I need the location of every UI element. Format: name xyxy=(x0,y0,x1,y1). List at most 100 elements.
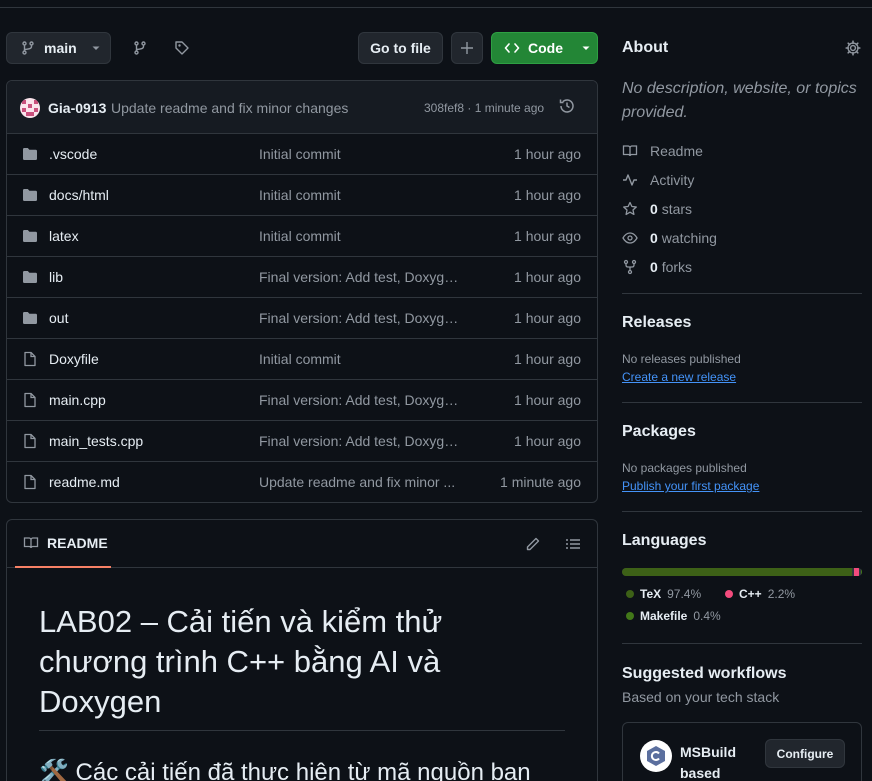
sidebar-divider xyxy=(622,402,862,403)
readme-header: README xyxy=(7,520,597,568)
stars-count: 0 xyxy=(650,201,658,217)
watchers-link[interactable]: 0 watching xyxy=(622,230,717,246)
file-commit-age: 1 hour ago xyxy=(514,310,581,326)
readme-tab-label: README xyxy=(47,535,108,551)
file-row[interactable]: lib Final version: Add test, Doxyge... 1 h… xyxy=(7,257,597,298)
file-commit-message-link[interactable]: Final version: Add test, Doxyge... xyxy=(259,433,459,449)
publish-package-link[interactable]: Publish your first package xyxy=(622,479,759,493)
file-name-link[interactable]: lib xyxy=(49,269,63,285)
language-percent: 2.2% xyxy=(767,587,796,601)
git-branch-icon xyxy=(20,40,36,56)
file-row[interactable]: Doxyfile Initial commit 1 hour ago xyxy=(7,339,597,380)
language-name: Makefile xyxy=(640,609,688,623)
file-name-link[interactable]: docs/html xyxy=(49,187,109,203)
releases-empty: No releases published xyxy=(622,352,741,366)
file-name-link[interactable]: main_tests.cpp xyxy=(49,433,143,449)
fork-icon xyxy=(622,259,638,275)
sidebar-divider xyxy=(622,643,862,644)
file-row[interactable]: latex Initial commit 1 hour ago xyxy=(7,216,597,257)
file-row[interactable]: .vscode Initial commit 1 hour ago xyxy=(7,134,597,175)
file-name-link[interactable]: .vscode xyxy=(49,146,97,162)
file-row[interactable]: readme.md Update readme and fix minor ...… xyxy=(7,462,597,502)
file-row[interactable]: main.cpp Final version: Add test, Doxyge.… xyxy=(7,380,597,421)
file-commit-message-link[interactable]: Final version: Add test, Doxyge... xyxy=(259,269,459,285)
code-button[interactable]: Code xyxy=(491,32,598,64)
branches-button[interactable] xyxy=(124,32,156,64)
file-row[interactable]: docs/html Initial commit 1 hour ago xyxy=(7,175,597,216)
tags-button[interactable] xyxy=(166,32,198,64)
file-commit-age: 1 hour ago xyxy=(514,392,581,408)
file-name-link[interactable]: main.cpp xyxy=(49,392,106,408)
language-makefile[interactable]: Makefile 0.4% xyxy=(626,609,721,623)
readme-link[interactable]: Readme xyxy=(622,143,703,159)
packages-title[interactable]: Packages xyxy=(622,423,696,441)
book-icon xyxy=(23,535,39,551)
language-color-dot xyxy=(725,590,733,598)
workflow-card: MSBuild based Configure xyxy=(622,722,862,781)
pencil-icon[interactable] xyxy=(525,536,541,552)
commit-message-link[interactable]: Update readme and fix minor changes xyxy=(111,100,348,116)
forks-label: forks xyxy=(661,259,693,275)
code-label: Code xyxy=(528,40,563,56)
file-row[interactable]: out Final version: Add test, Doxyge... 1 h… xyxy=(7,298,597,339)
file-commit-message-link[interactable]: Initial commit xyxy=(259,187,459,203)
file-commit-message-link[interactable]: Final version: Add test, Doxyge... xyxy=(259,310,459,326)
readme-panel: README LAB02 – Cải tiến và kiểm thử chươ… xyxy=(6,519,598,781)
go-to-file-button[interactable]: Go to file xyxy=(358,32,443,64)
forks-link[interactable]: 0 forks xyxy=(622,259,692,275)
commit-meta[interactable]: 308fef8 · 1 minute ago xyxy=(424,101,544,115)
file-row[interactable]: main_tests.cpp Final version: Add test, D… xyxy=(7,421,597,462)
file-name-link[interactable]: latex xyxy=(49,228,79,244)
languages-title: Languages xyxy=(622,532,707,549)
file-commit-message-link[interactable]: Initial commit xyxy=(259,146,459,162)
language-tex[interactable]: TeX 97.4% xyxy=(626,587,701,601)
gear-icon[interactable] xyxy=(845,40,861,56)
language-cpp[interactable]: C++ 2.2% xyxy=(725,587,795,601)
workflow-name: MSBuild based xyxy=(680,744,736,781)
language-name: TeX xyxy=(640,587,662,601)
branch-name: main xyxy=(44,40,77,56)
about-title: About xyxy=(622,39,669,56)
folder-icon xyxy=(22,269,38,285)
releases-title[interactable]: Releases xyxy=(622,314,691,332)
workflows-title: Suggested workflows xyxy=(622,665,787,682)
file-commit-message-link[interactable]: Final version: Add test, Doxyge... xyxy=(259,392,459,408)
file-commit-message-link[interactable]: Initial commit xyxy=(259,228,459,244)
activity-link-label: Activity xyxy=(650,172,695,188)
history-icon[interactable] xyxy=(558,97,576,115)
file-commit-age: 1 hour ago xyxy=(514,187,581,203)
stars-label: stars xyxy=(661,201,693,217)
branch-selector-button[interactable]: main xyxy=(6,32,111,64)
file-icon xyxy=(22,474,38,490)
file-commit-age: 1 hour ago xyxy=(514,228,581,244)
watching-label: watching xyxy=(661,230,717,246)
language-percent: 97.4% xyxy=(667,587,702,601)
file-browser: Gia-0913 Update readme and fix minor cha… xyxy=(6,80,598,503)
about-description: No description, website, or topics provi… xyxy=(622,80,857,121)
tab-readme[interactable]: README xyxy=(15,520,111,568)
activity-link[interactable]: Activity xyxy=(622,172,694,188)
book-icon xyxy=(622,143,638,159)
language-name: C++ xyxy=(739,587,762,601)
file-commit-message-link[interactable]: Update readme and fix minor ... xyxy=(259,474,459,490)
table-of-contents-icon[interactable] xyxy=(565,536,581,552)
file-name-link[interactable]: Doxyfile xyxy=(49,351,99,367)
add-file-button[interactable] xyxy=(451,32,483,64)
stars-link[interactable]: 0 stars xyxy=(622,201,692,217)
file-commit-age: 1 hour ago xyxy=(514,351,581,367)
avatar[interactable] xyxy=(20,98,40,118)
language-percent: 0.4% xyxy=(693,609,721,623)
readme-subheading: 🛠️ Các cải tiến đã thực hiện từ mã nguồn… xyxy=(39,759,531,781)
folder-icon xyxy=(22,228,38,244)
code-icon xyxy=(504,40,520,56)
create-release-link[interactable]: Create a new release xyxy=(622,370,736,384)
file-commit-message-link[interactable]: Initial commit xyxy=(259,351,459,367)
configure-button[interactable]: Configure xyxy=(765,739,845,768)
language-bar-segment xyxy=(622,568,852,576)
folder-icon xyxy=(22,310,38,326)
file-name-link[interactable]: out xyxy=(49,310,68,326)
commit-author-link[interactable]: Gia-0913 xyxy=(48,100,106,116)
readme-divider xyxy=(39,730,565,731)
file-name-link[interactable]: readme.md xyxy=(49,474,120,490)
caret-down-icon xyxy=(91,43,101,53)
